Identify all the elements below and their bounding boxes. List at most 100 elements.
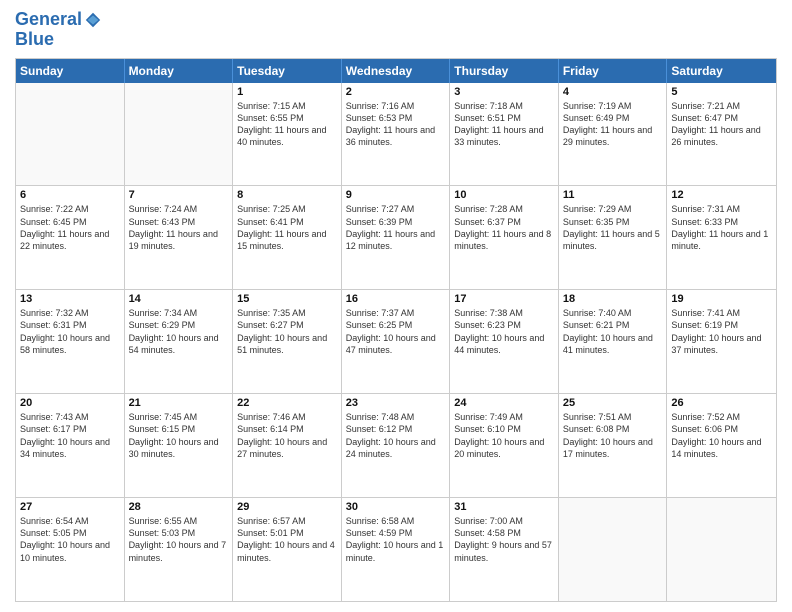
day-cell-2: 2 Sunrise: 7:16 AMSunset: 6:53 PMDaylight… (342, 83, 451, 186)
empty-cell (667, 498, 776, 601)
day-cell-17: 17 Sunrise: 7:38 AMSunset: 6:23 PMDayligh… (450, 290, 559, 393)
day-number: 7 (129, 189, 229, 201)
day-cell-4: 4 Sunrise: 7:19 AMSunset: 6:49 PMDaylight… (559, 83, 668, 186)
cell-info: Sunrise: 7:35 AMSunset: 6:27 PMDaylight:… (237, 307, 337, 356)
day-cell-11: 11 Sunrise: 7:29 AMSunset: 6:35 PMDayligh… (559, 186, 668, 289)
day-header-thursday: Thursday (450, 59, 559, 83)
cell-info: Sunrise: 7:49 AMSunset: 6:10 PMDaylight:… (454, 411, 554, 460)
week-row-3: 20 Sunrise: 7:43 AMSunset: 6:17 PMDayligh… (16, 393, 776, 497)
cell-info: Sunrise: 6:57 AMSunset: 5:01 PMDaylight:… (237, 515, 337, 564)
day-cell-10: 10 Sunrise: 7:28 AMSunset: 6:37 PMDayligh… (450, 186, 559, 289)
day-cell-24: 24 Sunrise: 7:49 AMSunset: 6:10 PMDayligh… (450, 394, 559, 497)
day-cell-9: 9 Sunrise: 7:27 AMSunset: 6:39 PMDaylight… (342, 186, 451, 289)
day-number: 23 (346, 397, 446, 409)
day-number: 19 (671, 293, 772, 305)
day-cell-15: 15 Sunrise: 7:35 AMSunset: 6:27 PMDayligh… (233, 290, 342, 393)
week-row-2: 13Sunrise: 7:32 AMSunset: 6:31 PMDayligh… (16, 289, 776, 393)
logo-text: General (15, 10, 82, 30)
day-header-sunday: Sunday (16, 59, 125, 83)
empty-cell (16, 83, 125, 186)
day-number: 28 (129, 501, 229, 513)
cell-info: Sunrise: 7:16 AMSunset: 6:53 PMDaylight:… (346, 100, 446, 149)
day-cell-20: 20 Sunrise: 7:43 AMSunset: 6:17 PMDayligh… (16, 394, 125, 497)
cell-info: Sunrise: 7:45 AMSunset: 6:15 PMDaylight:… (129, 411, 229, 460)
day-cell-23: 23 Sunrise: 7:48 AMSunset: 6:12 PMDayligh… (342, 394, 451, 497)
day-number: 8 (237, 189, 337, 201)
day-number: 27 (20, 501, 120, 513)
day-number: 4 (563, 86, 663, 98)
cell-info: Sunrise: 7:48 AMSunset: 6:12 PMDaylight:… (346, 411, 446, 460)
cell-info: Sunrise: 7:28 AMSunset: 6:37 PMDaylight:… (454, 203, 554, 252)
logo-icon (84, 11, 102, 29)
calendar-body: 1 Sunrise: 7:15 AMSunset: 6:55 PMDaylight… (16, 83, 776, 601)
day-cell-12: 12Sunrise: 7:31 AMSunset: 6:33 PMDayligh… (667, 186, 776, 289)
cell-info: Sunrise: 7:51 AMSunset: 6:08 PMDaylight:… (563, 411, 663, 460)
week-row-4: 27 Sunrise: 6:54 AMSunset: 5:05 PMDayligh… (16, 497, 776, 601)
day-cell-7: 7Sunrise: 7:24 AMSunset: 6:43 PMDaylight… (125, 186, 234, 289)
cell-info: Sunrise: 7:27 AMSunset: 6:39 PMDaylight:… (346, 203, 446, 252)
day-cell-21: 21 Sunrise: 7:45 AMSunset: 6:15 PMDayligh… (125, 394, 234, 497)
week-row-0: 1 Sunrise: 7:15 AMSunset: 6:55 PMDaylight… (16, 83, 776, 186)
empty-cell (125, 83, 234, 186)
day-number: 9 (346, 189, 446, 201)
cell-info: Sunrise: 7:22 AMSunset: 6:45 PMDaylight:… (20, 203, 120, 252)
day-number: 3 (454, 86, 554, 98)
day-number: 24 (454, 397, 554, 409)
day-cell-6: 6 Sunrise: 7:22 AMSunset: 6:45 PMDaylight… (16, 186, 125, 289)
day-number: 12 (671, 189, 772, 201)
day-number: 13 (20, 293, 120, 305)
day-number: 15 (237, 293, 337, 305)
day-number: 21 (129, 397, 229, 409)
day-number: 10 (454, 189, 554, 201)
cell-info: Sunrise: 7:34 AMSunset: 6:29 PMDaylight:… (129, 307, 229, 356)
cell-info: Sunrise: 7:18 AMSunset: 6:51 PMDaylight:… (454, 100, 554, 149)
logo: General Blue (15, 10, 102, 50)
day-cell-3: 3 Sunrise: 7:18 AMSunset: 6:51 PMDaylight… (450, 83, 559, 186)
day-cell-5: 5Sunrise: 7:21 AMSunset: 6:47 PMDaylight… (667, 83, 776, 186)
week-row-1: 6 Sunrise: 7:22 AMSunset: 6:45 PMDaylight… (16, 185, 776, 289)
day-cell-22: 22 Sunrise: 7:46 AMSunset: 6:14 PMDayligh… (233, 394, 342, 497)
day-number: 1 (237, 86, 337, 98)
calendar: SundayMondayTuesdayWednesdayThursdayFrid… (15, 58, 777, 602)
day-cell-14: 14 Sunrise: 7:34 AMSunset: 6:29 PMDayligh… (125, 290, 234, 393)
calendar-header: SundayMondayTuesdayWednesdayThursdayFrid… (16, 59, 776, 83)
day-cell-1: 1 Sunrise: 7:15 AMSunset: 6:55 PMDaylight… (233, 83, 342, 186)
day-cell-13: 13Sunrise: 7:32 AMSunset: 6:31 PMDayligh… (16, 290, 125, 393)
cell-info: Sunrise: 7:25 AMSunset: 6:41 PMDaylight:… (237, 203, 337, 252)
cell-info: Sunrise: 6:54 AMSunset: 5:05 PMDaylight:… (20, 515, 120, 564)
day-cell-18: 18Sunrise: 7:40 AMSunset: 6:21 PMDayligh… (559, 290, 668, 393)
day-cell-19: 19 Sunrise: 7:41 AMSunset: 6:19 PMDayligh… (667, 290, 776, 393)
cell-info: Sunrise: 6:58 AMSunset: 4:59 PMDaylight:… (346, 515, 446, 564)
day-number: 2 (346, 86, 446, 98)
day-cell-8: 8 Sunrise: 7:25 AMSunset: 6:41 PMDaylight… (233, 186, 342, 289)
day-number: 14 (129, 293, 229, 305)
day-number: 17 (454, 293, 554, 305)
cell-info: Sunrise: 7:37 AMSunset: 6:25 PMDaylight:… (346, 307, 446, 356)
cell-info: Sunrise: 7:00 AMSunset: 4:58 PMDaylight:… (454, 515, 554, 564)
cell-info: Sunrise: 7:41 AMSunset: 6:19 PMDaylight:… (671, 307, 772, 356)
day-cell-29: 29Sunrise: 6:57 AMSunset: 5:01 PMDayligh… (233, 498, 342, 601)
day-header-monday: Monday (125, 59, 234, 83)
day-header-wednesday: Wednesday (342, 59, 451, 83)
day-cell-16: 16 Sunrise: 7:37 AMSunset: 6:25 PMDayligh… (342, 290, 451, 393)
cell-info: Sunrise: 7:38 AMSunset: 6:23 PMDaylight:… (454, 307, 554, 356)
cell-info: Sunrise: 7:29 AMSunset: 6:35 PMDaylight:… (563, 203, 663, 252)
day-cell-30: 30Sunrise: 6:58 AMSunset: 4:59 PMDayligh… (342, 498, 451, 601)
day-header-saturday: Saturday (667, 59, 776, 83)
day-header-tuesday: Tuesday (233, 59, 342, 83)
day-cell-27: 27 Sunrise: 6:54 AMSunset: 5:05 PMDayligh… (16, 498, 125, 601)
day-number: 5 (671, 86, 772, 98)
cell-info: Sunrise: 7:15 AMSunset: 6:55 PMDaylight:… (237, 100, 337, 149)
day-number: 22 (237, 397, 337, 409)
day-cell-26: 26Sunrise: 7:52 AMSunset: 6:06 PMDayligh… (667, 394, 776, 497)
day-number: 6 (20, 189, 120, 201)
cell-info: Sunrise: 7:46 AMSunset: 6:14 PMDaylight:… (237, 411, 337, 460)
header: General Blue (15, 10, 777, 50)
day-number: 25 (563, 397, 663, 409)
cell-info: Sunrise: 7:19 AMSunset: 6:49 PMDaylight:… (563, 100, 663, 149)
day-number: 18 (563, 293, 663, 305)
day-number: 16 (346, 293, 446, 305)
day-number: 20 (20, 397, 120, 409)
cell-info: Sunrise: 7:43 AMSunset: 6:17 PMDaylight:… (20, 411, 120, 460)
day-number: 11 (563, 189, 663, 201)
